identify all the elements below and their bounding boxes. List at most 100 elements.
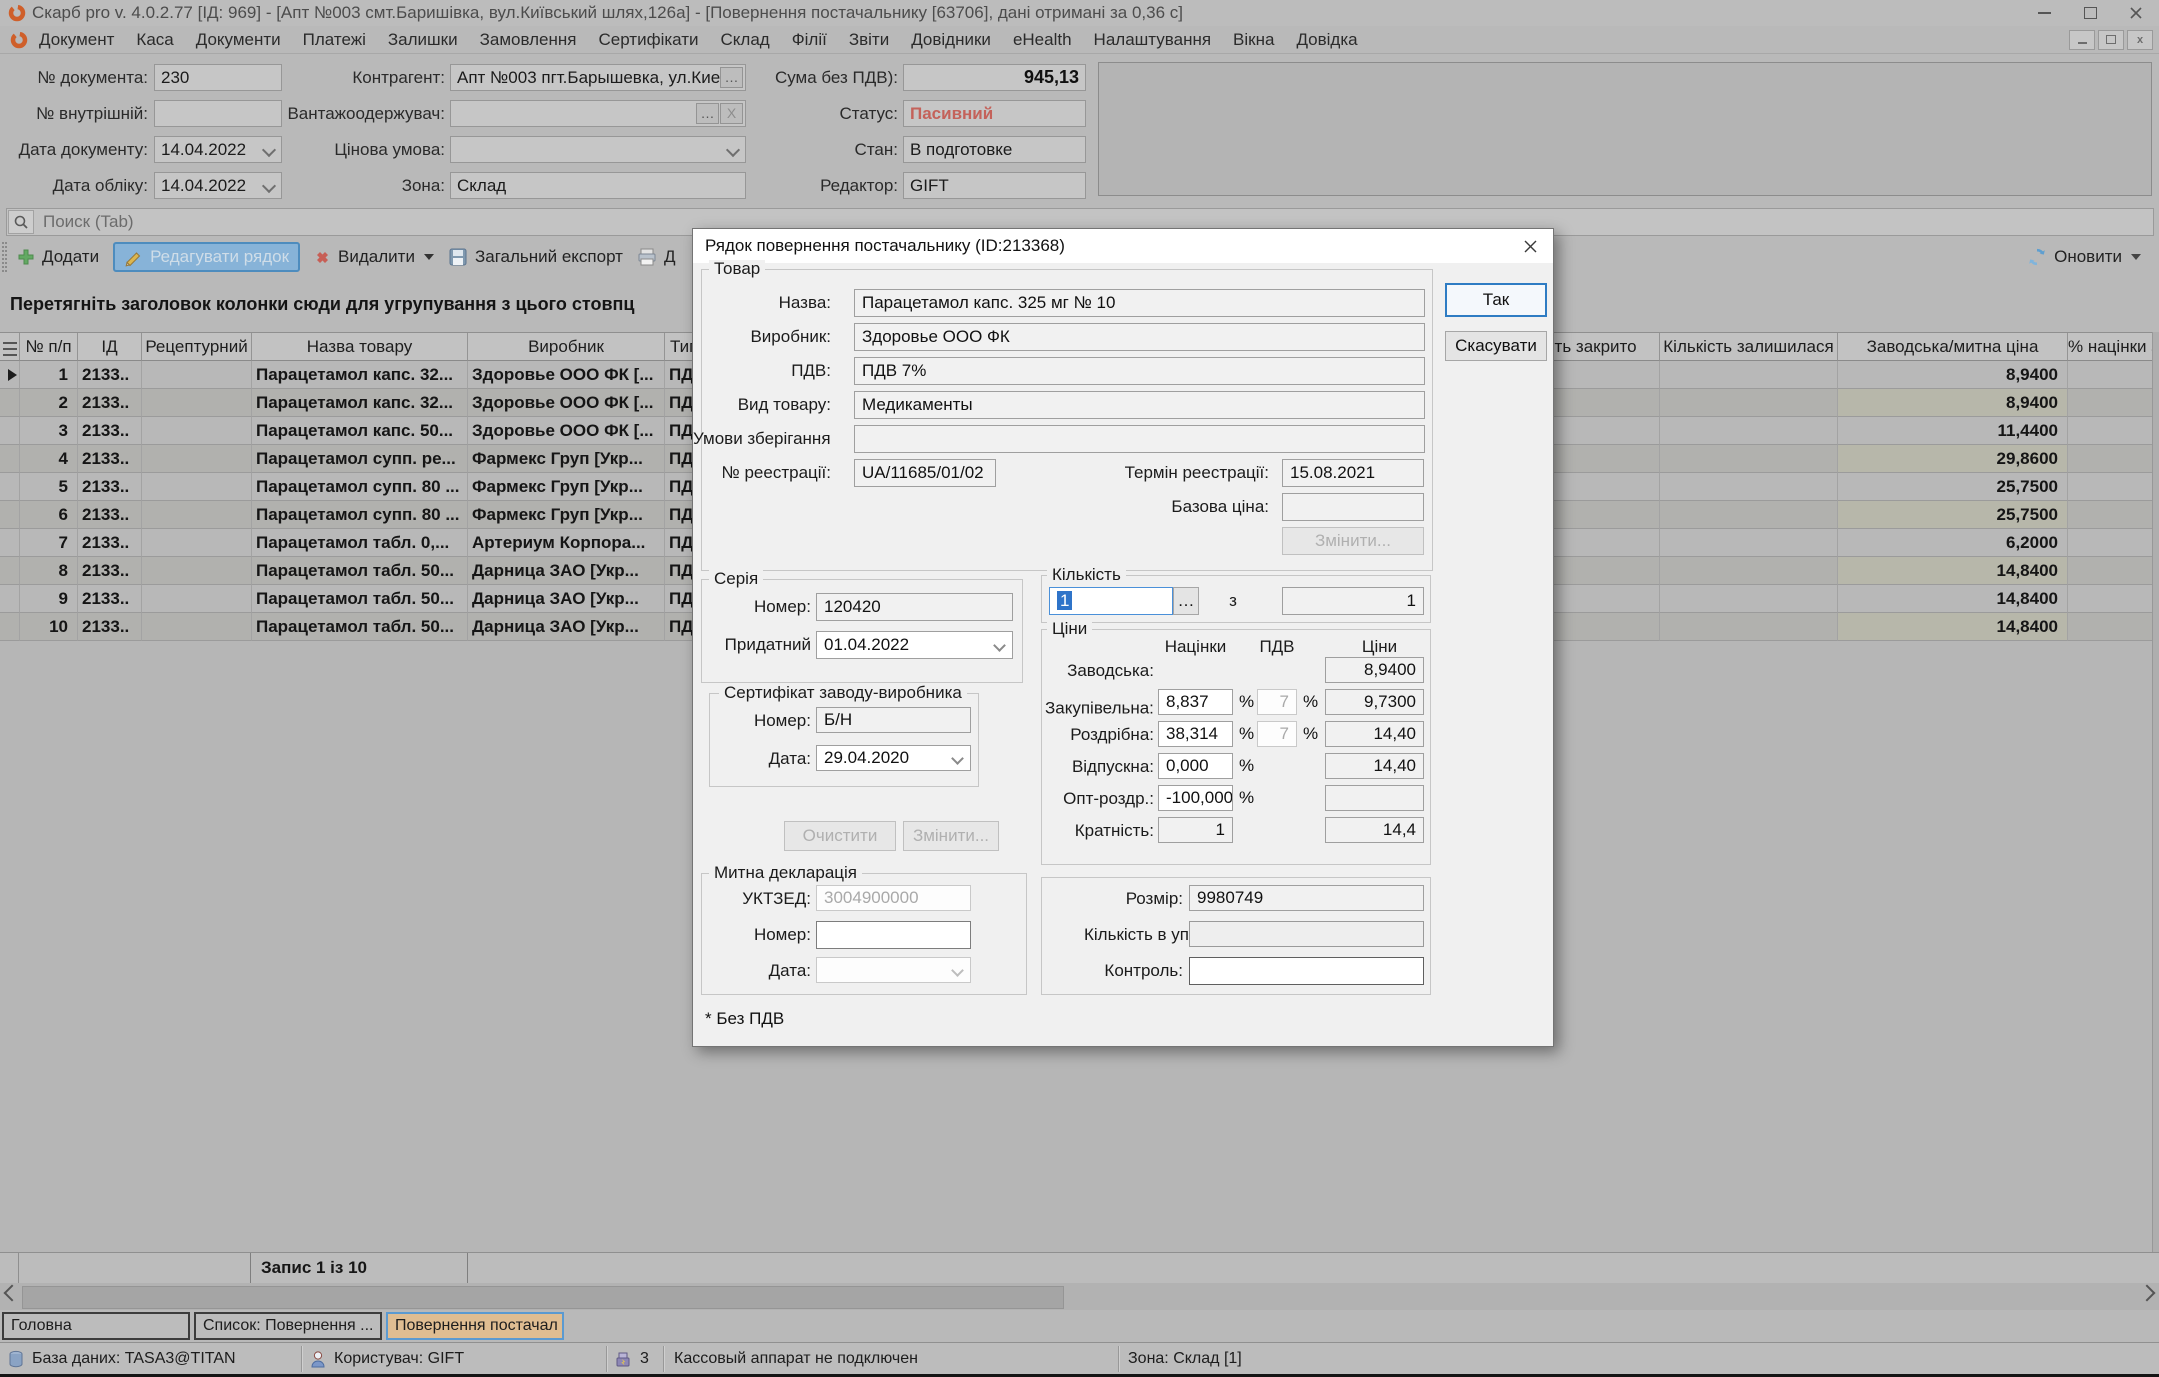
wholesale-markup-field[interactable]: -100,000 [1158, 785, 1233, 811]
delete-button[interactable]: Видалити [314, 247, 434, 267]
product-vat-field[interactable]: ПДВ 7% [854, 357, 1425, 385]
export-button[interactable]: Загальний експорт [448, 247, 623, 267]
col-header-remaining[interactable]: Кількість залишилася [1660, 333, 1838, 361]
tab-home[interactable]: Головна [2, 1312, 190, 1340]
uktzed-label: УКТЗЕД: [693, 885, 811, 913]
purchase-price-field[interactable]: 9,7300 [1325, 689, 1424, 715]
menu-item-windows[interactable]: Вікна [1222, 30, 1285, 50]
customs-date-field[interactable] [816, 957, 971, 983]
menu-item-ehealth[interactable]: eHealth [1002, 30, 1083, 50]
comment-panel[interactable] [1098, 62, 2152, 196]
table-vscrollbar[interactable] [2152, 332, 2159, 1252]
multiplicity-price-field[interactable]: 14,4 [1325, 817, 1424, 843]
mdi-restore-icon[interactable] [2098, 30, 2124, 50]
menu-item-directories[interactable]: Довідники [900, 30, 1002, 50]
refresh-button[interactable]: Оновити [2027, 247, 2141, 267]
factory-price-field[interactable]: 8,9400 [1325, 657, 1424, 683]
quantity-total-field[interactable]: 1 [1282, 587, 1424, 615]
menu-item-payments[interactable]: Платежі [292, 30, 377, 50]
product-change-button[interactable]: Змінити... [1282, 527, 1424, 555]
toolbar-grip[interactable] [2, 242, 7, 272]
col-header-num[interactable]: № п/п [20, 333, 78, 361]
product-kind-field[interactable]: Медикаменты [854, 391, 1425, 419]
menu-item-warehouse[interactable]: Склад [710, 30, 781, 50]
retail-price-field[interactable]: 14,40 [1325, 721, 1424, 747]
print-button[interactable]: Д [637, 247, 676, 267]
reg-number-field[interactable]: UA/11685/01/02 [854, 459, 996, 487]
quantity-lookup-button[interactable]: … [1173, 587, 1199, 615]
col-header-rx[interactable]: Рецептурний [142, 333, 252, 361]
menu-item-orders[interactable]: Замовлення [469, 30, 588, 50]
scroll-left-icon[interactable] [4, 1285, 21, 1302]
quantity-input[interactable]: 1 [1049, 587, 1173, 615]
uktzed-field[interactable]: 3004900000 [816, 885, 971, 911]
series-expiry-label: Придатний [693, 631, 811, 659]
storage-conditions-field[interactable] [854, 425, 1425, 453]
edit-row-button[interactable]: Редагувати рядок [113, 242, 300, 272]
col-header-id[interactable]: ІД [78, 333, 142, 361]
retail-vat-field[interactable]: 7 [1257, 721, 1297, 747]
col-header-markup-pct[interactable]: % націнки за [2068, 333, 2159, 361]
menu-item-branches[interactable]: Філії [781, 30, 838, 50]
close-icon[interactable] [2113, 0, 2159, 26]
wholesale-price-field[interactable] [1325, 785, 1424, 811]
product-name-field[interactable]: Парацетамол капс. 325 мг № 10 [854, 289, 1425, 317]
scroll-right-icon[interactable] [2139, 1285, 2156, 1302]
retail-markup-field[interactable]: 38,314 [1158, 721, 1233, 747]
mdi-minimize-icon[interactable] [2069, 30, 2095, 50]
series-number-field[interactable]: 120420 [816, 593, 1013, 621]
restore-icon[interactable] [2067, 0, 2113, 26]
menu-item-document[interactable]: Документ [28, 30, 125, 50]
selling-markup-field[interactable]: 0,000 [1158, 753, 1233, 779]
customs-number-field[interactable] [816, 921, 971, 949]
certificate-change-button[interactable]: Змінити... [903, 821, 999, 851]
price-condition-label: Цінова умова: [240, 136, 445, 163]
editor-label: Редактор: [700, 172, 898, 199]
certificate-group-label: Сертифікат заводу-виробника [719, 684, 967, 702]
chevron-down-icon[interactable] [951, 752, 964, 765]
menu-item-kasa[interactable]: Каса [125, 30, 184, 50]
certificate-clear-button[interactable]: Очистити [784, 821, 896, 851]
selling-price-field[interactable]: 14,40 [1325, 753, 1424, 779]
database-icon [8, 1350, 24, 1368]
add-button[interactable]: Додати [17, 247, 99, 267]
cancel-button[interactable]: Скасувати [1445, 331, 1547, 361]
pack-qty-field[interactable] [1189, 921, 1424, 947]
reg-number-label: № реестрації: [693, 459, 831, 487]
menu-item-settings[interactable]: Налаштування [1083, 30, 1223, 50]
horizontal-scrollbar[interactable] [0, 1283, 2159, 1310]
col-header-name[interactable]: Назва товару [252, 333, 468, 361]
consignee-label: Вантажоодержувач: [240, 100, 445, 127]
purchase-markup-field[interactable]: 8,837 [1158, 689, 1233, 715]
col-header-manufacturer[interactable]: Виробник [468, 333, 665, 361]
menu-item-documents[interactable]: Документи [185, 30, 292, 50]
menu-item-stocks[interactable]: Залишки [377, 30, 469, 50]
certificate-date-field[interactable]: 29.04.2020 [816, 745, 971, 771]
purchase-vat-field[interactable]: 7 [1257, 689, 1297, 715]
chevron-down-icon[interactable] [993, 639, 1006, 652]
minimize-icon[interactable] [2021, 0, 2067, 26]
ok-button[interactable]: Так [1445, 283, 1547, 317]
mdi-close-icon[interactable]: x [2127, 30, 2153, 50]
tab-returns-list[interactable]: Список: Повернення ... [194, 1312, 382, 1340]
base-price-field[interactable] [1282, 493, 1424, 521]
column-chooser-icon[interactable] [0, 333, 20, 361]
product-manufacturer-field[interactable]: Здоровье ООО ФК [854, 323, 1425, 351]
control-field[interactable] [1189, 957, 1424, 985]
editor-field: GIFT [903, 172, 1086, 199]
tab-return-to-supplier[interactable]: Повернення постачал .. [386, 1312, 564, 1340]
menu-item-certificates[interactable]: Сертифікати [587, 30, 709, 50]
chevron-down-icon[interactable] [951, 964, 964, 977]
size-field[interactable]: 9980749 [1189, 885, 1424, 911]
multiplicity-field[interactable]: 1 [1158, 817, 1233, 843]
col-header-factory-price[interactable]: Заводська/митна ціна [1838, 333, 2068, 361]
series-expiry-field[interactable]: 01.04.2022 [816, 631, 1013, 659]
dialog-close-icon[interactable] [1515, 234, 1545, 258]
price-row-label: Закупівельна:* [1045, 689, 1154, 723]
user-icon [310, 1350, 326, 1368]
certificate-number-field[interactable]: Б/Н [816, 707, 971, 733]
menu-item-help[interactable]: Довідка [1285, 30, 1368, 50]
scrollbar-thumb[interactable] [22, 1286, 1064, 1309]
reg-term-field[interactable]: 15.08.2021 [1282, 459, 1424, 487]
menu-item-reports[interactable]: Звіти [838, 30, 900, 50]
